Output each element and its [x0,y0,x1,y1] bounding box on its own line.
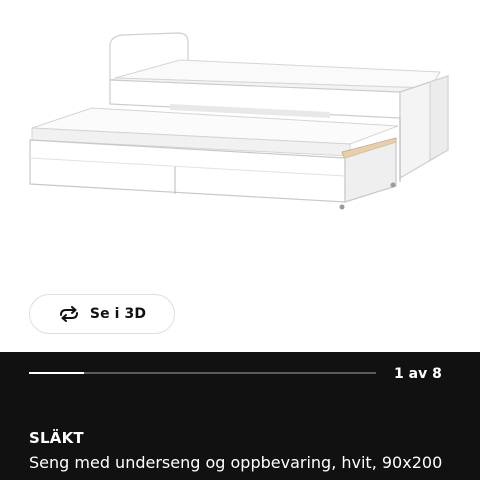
gallery-progress-track[interactable] [29,372,376,374]
bed-illustration [29,32,449,210]
product-description: Seng med underseng og oppbevaring, hvit,… [29,453,443,480]
product-info-panel: 1 av 8 SLÄKT Seng med underseng og oppbe… [0,352,480,480]
product-name: SLÄKT [29,429,84,447]
gallery-progress-fill [29,372,85,374]
gallery-page-counter: 1 av 8 [394,366,442,382]
view-3d-label: Se i 3D [89,306,147,322]
view-3d-button[interactable]: Se i 3D [29,294,175,334]
product-image[interactable] [0,0,480,280]
rotate-3d-icon [59,306,78,322]
